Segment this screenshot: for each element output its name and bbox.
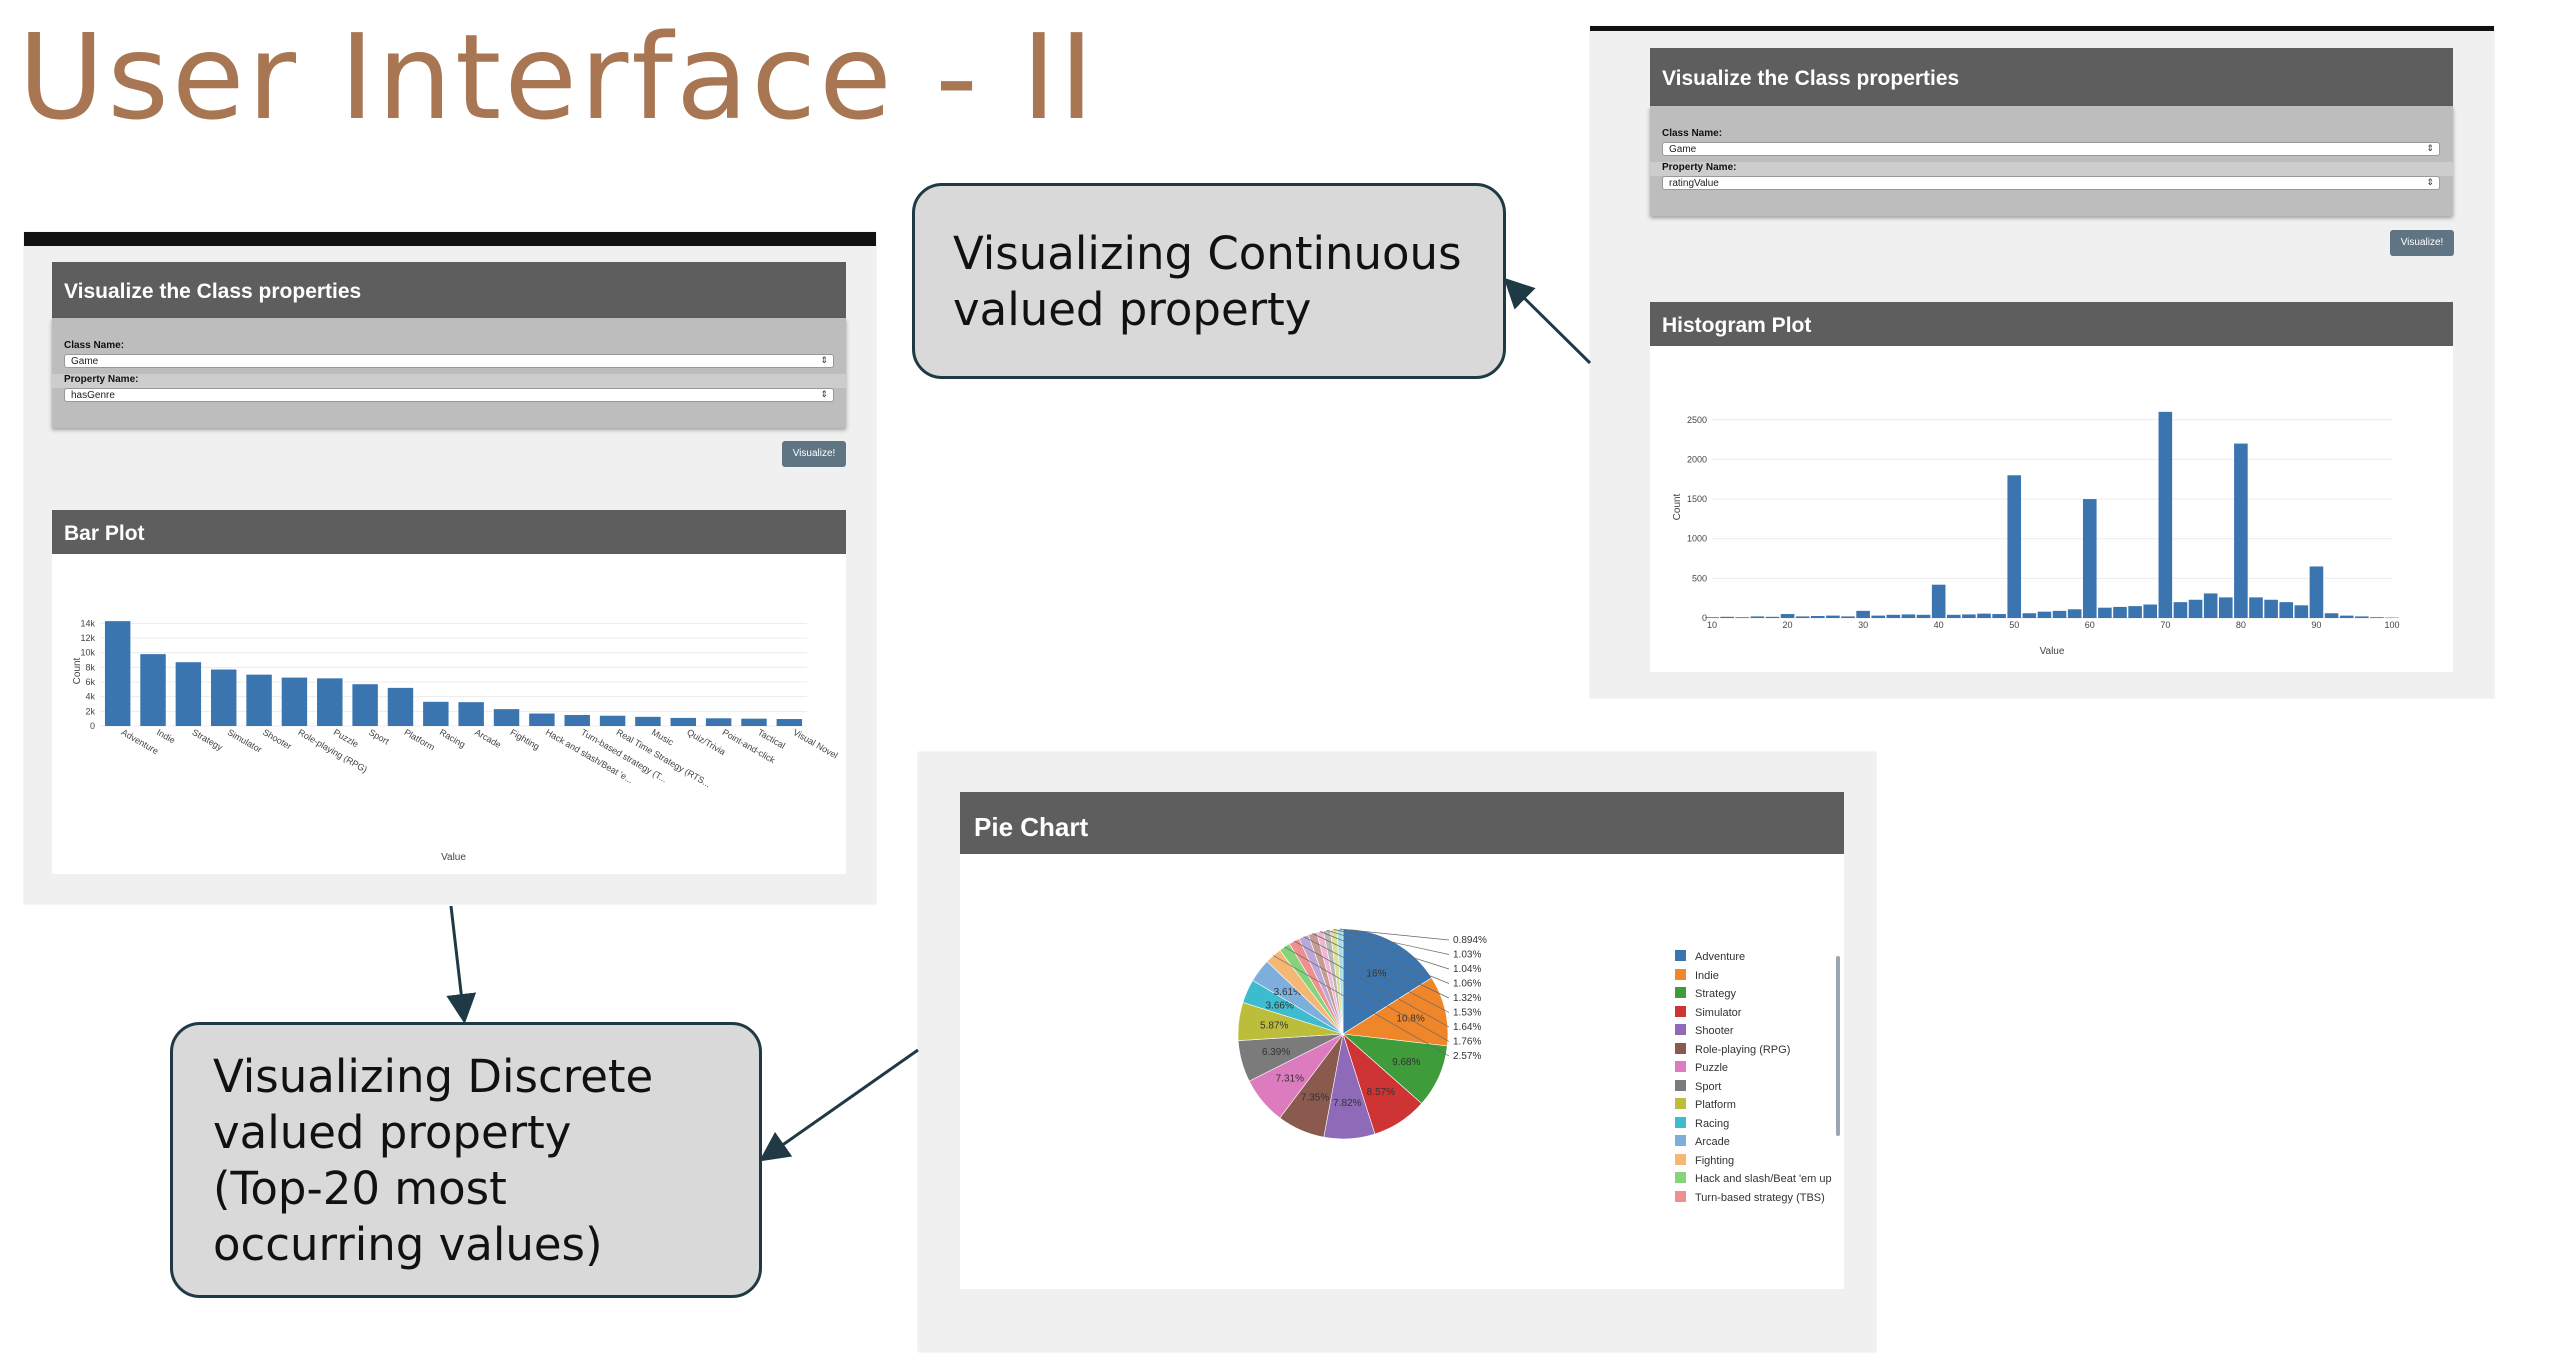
arrow-to-continuous-callout: [1503, 277, 1592, 365]
arrow-pie-to-discrete-callout: [759, 1048, 919, 1162]
arrow-bar-to-discrete-callout: [446, 905, 477, 1024]
connector-arrows: [446, 277, 1592, 1162]
